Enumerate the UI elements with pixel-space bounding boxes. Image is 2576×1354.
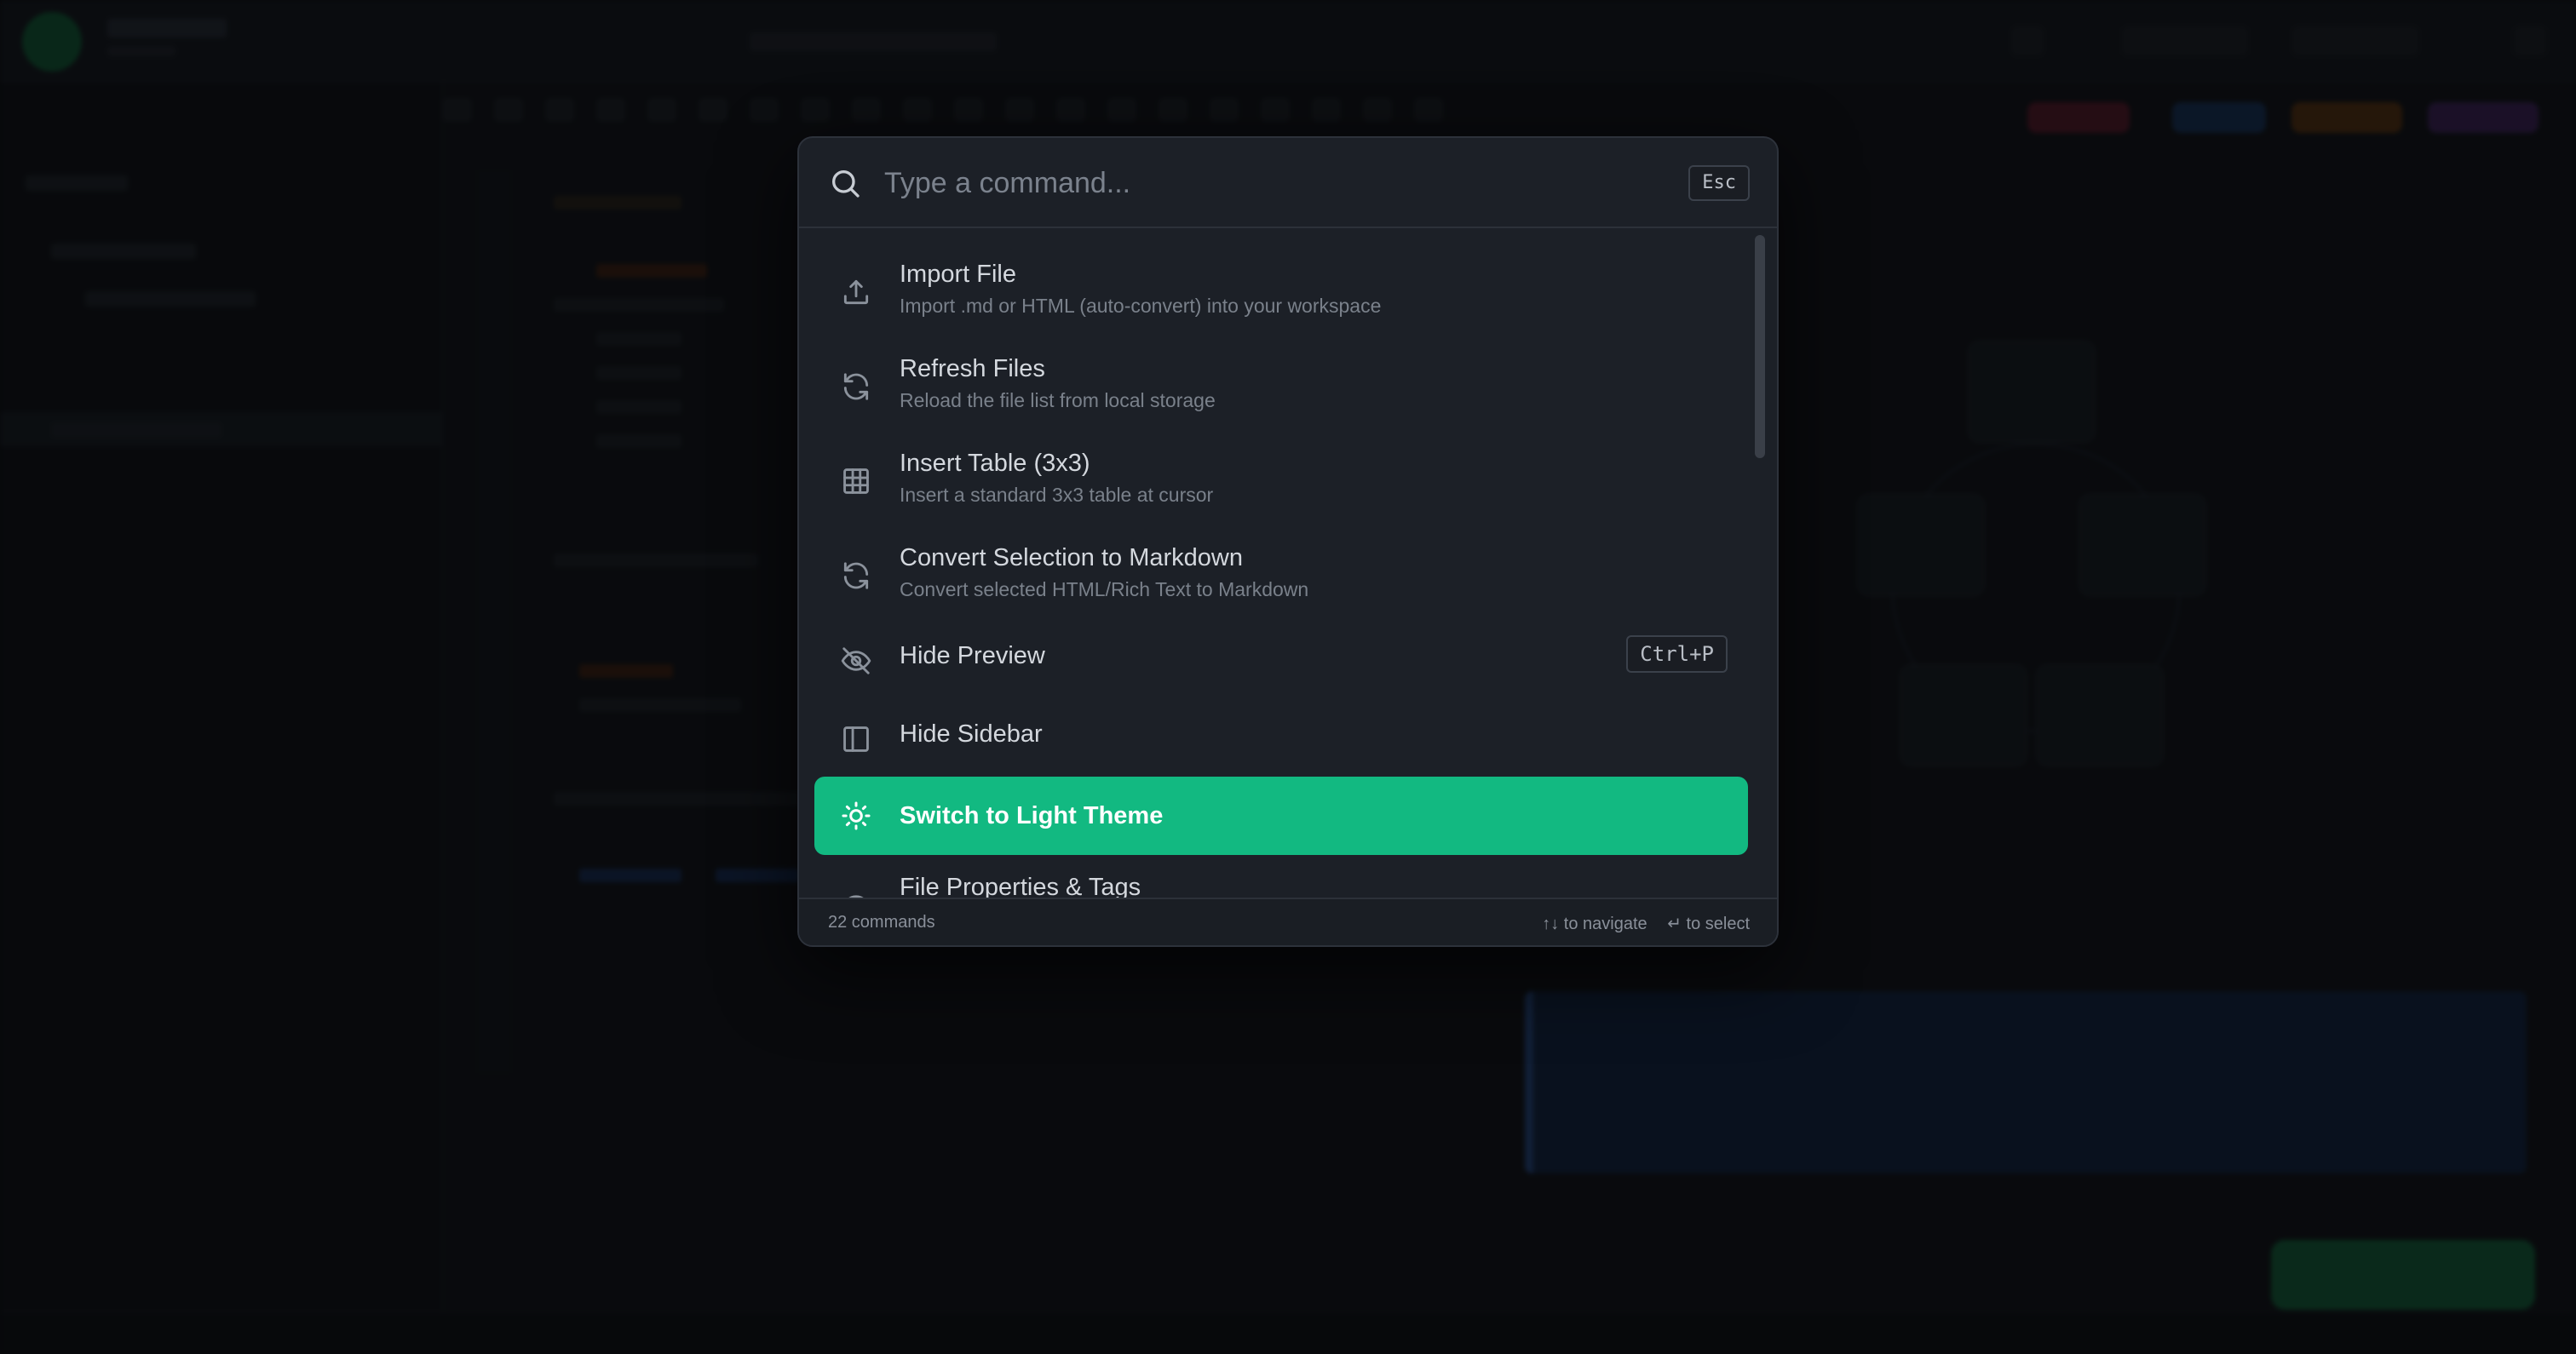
command-list-scrollbar[interactable] bbox=[1755, 235, 1765, 899]
search-icon bbox=[832, 170, 860, 198]
command-count: 22 commands bbox=[828, 913, 935, 932]
command-title: Hide Sidebar bbox=[900, 720, 1043, 748]
sun-icon bbox=[842, 801, 871, 830]
command-title: Switch to Light Theme bbox=[900, 802, 1164, 829]
upload-icon bbox=[843, 279, 869, 305]
scrollbar-thumb[interactable] bbox=[1755, 235, 1765, 458]
refresh-icon bbox=[843, 562, 869, 589]
refresh-icon bbox=[843, 373, 869, 400]
command-title: Hide Preview bbox=[900, 642, 1045, 669]
command-item-hide-preview[interactable]: Hide Preview Ctrl+P bbox=[814, 620, 1748, 690]
command-item-insert-table[interactable]: Insert Table (3x3) Insert a standard 3x3… bbox=[814, 422, 1748, 514]
select-hint: ↵ to select bbox=[1667, 915, 1750, 933]
command-item-hide-sidebar[interactable]: Hide Sidebar bbox=[814, 698, 1748, 768]
command-title: Import File bbox=[900, 261, 1016, 288]
command-description: Import .md or HTML (auto-convert) into y… bbox=[900, 295, 1382, 317]
table-icon bbox=[843, 468, 869, 494]
sidebar-icon bbox=[843, 726, 869, 752]
esc-key-hint[interactable]: Esc bbox=[1688, 165, 1750, 201]
palette-footer: 22 commands ↑↓ to navigate ↵ to select bbox=[799, 898, 1777, 945]
command-palette: Esc Import File Import .md or HTML (auto… bbox=[797, 136, 1779, 947]
eye-off-icon bbox=[841, 647, 871, 674]
command-list: Import File Import .md or HTML (auto-con… bbox=[799, 230, 1777, 901]
command-search-row: Esc bbox=[799, 138, 1777, 228]
command-description: Convert selected HTML/Rich Text to Markd… bbox=[900, 578, 1309, 600]
command-description: Reload the file list from local storage bbox=[900, 389, 1216, 411]
keyboard-hints: ↑↓ to navigate ↵ to select bbox=[1527, 913, 1750, 934]
command-title: Convert Selection to Markdown bbox=[900, 544, 1243, 571]
command-description: Insert a standard 3x3 table at cursor bbox=[900, 484, 1214, 506]
shortcut-badge: Ctrl+P bbox=[1626, 635, 1728, 673]
command-item-convert-selection[interactable]: Convert Selection to Markdown Convert se… bbox=[814, 517, 1748, 609]
command-search-input[interactable] bbox=[883, 157, 1615, 209]
navigate-hint: ↑↓ to navigate bbox=[1542, 915, 1647, 933]
command-item-switch-theme[interactable]: Switch to Light Theme bbox=[814, 777, 1748, 855]
command-item-file-properties[interactable]: File Properties & Tags bbox=[814, 862, 1748, 901]
command-item-import-file[interactable]: Import File Import .md or HTML (auto-con… bbox=[814, 233, 1748, 325]
command-item-refresh-files[interactable]: Refresh Files Reload the file list from … bbox=[814, 328, 1748, 420]
command-title: Refresh Files bbox=[900, 355, 1045, 382]
command-title: Insert Table (3x3) bbox=[900, 450, 1090, 477]
